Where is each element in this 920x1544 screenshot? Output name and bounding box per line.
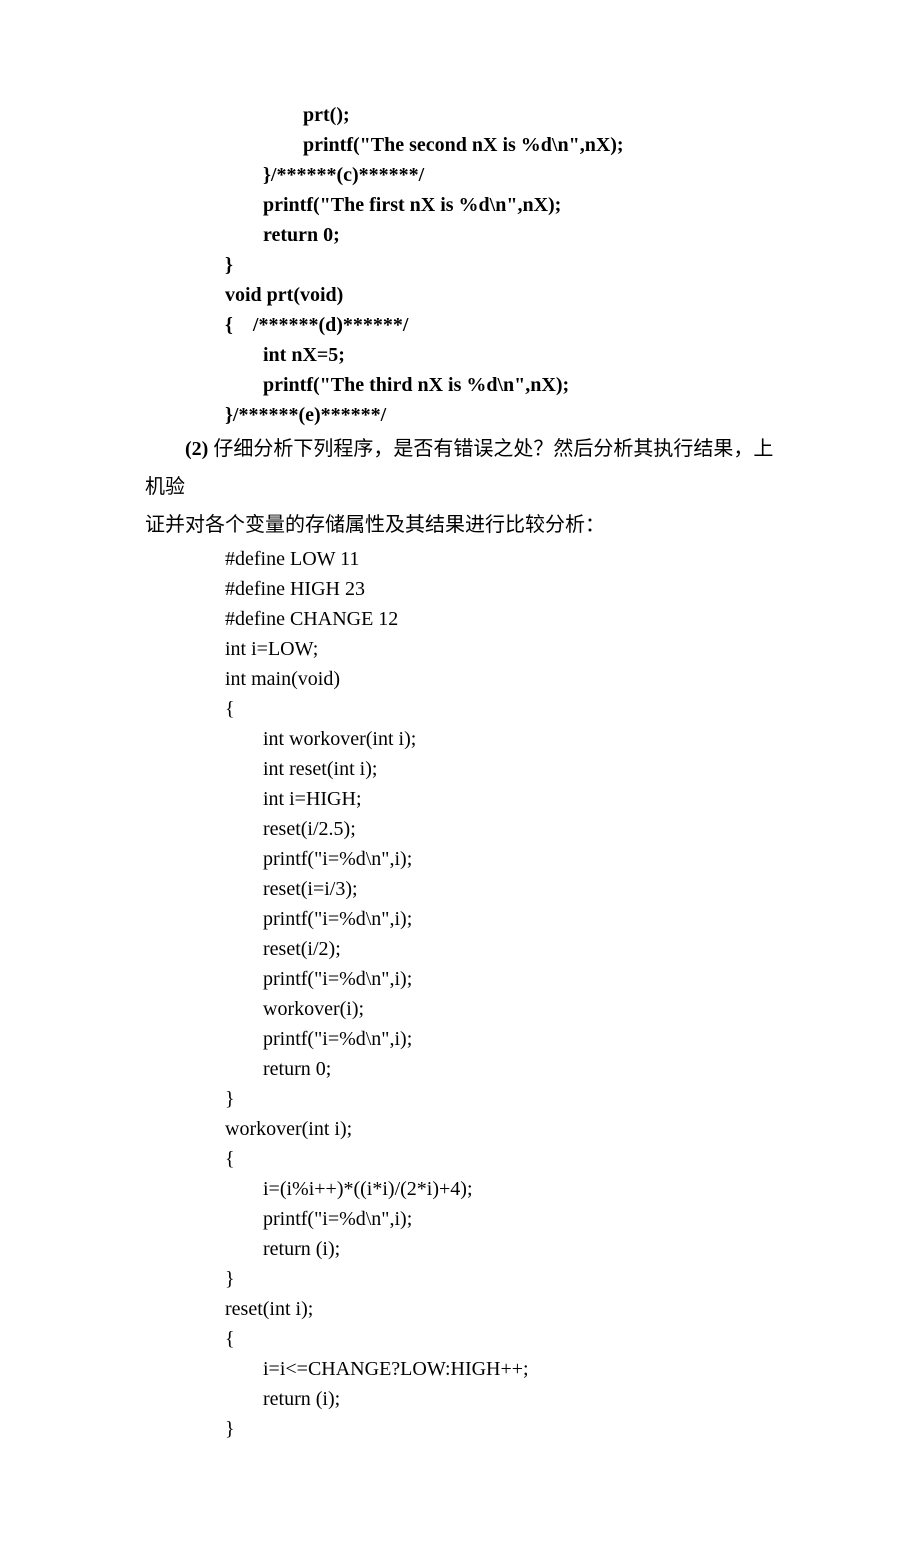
document-page: prt(); printf("The second nX is %d\n",nX… (0, 0, 920, 1544)
code-line: prt(); (145, 100, 775, 130)
code-line: reset(int i); (145, 1294, 775, 1324)
code-line: workover(i); (145, 994, 775, 1024)
code-line: printf("i=%d\n",i); (145, 904, 775, 934)
question-body-1: 仔细分析下列程序，是否有错误之处？然后分析其执行结果，上机验 (145, 438, 773, 498)
code-line: { (145, 694, 775, 724)
code-block-2: #define LOW 11 #define HIGH 23 #define C… (145, 544, 775, 1444)
question-label: (2) (185, 438, 208, 460)
code-line: return (i); (145, 1234, 775, 1264)
code-line: }/******(e)******/ (145, 400, 775, 430)
code-line: printf("i=%d\n",i); (145, 1024, 775, 1054)
code-line: int main(void) (145, 664, 775, 694)
code-line: #define CHANGE 12 (145, 604, 775, 634)
code-line: reset(i/2.5); (145, 814, 775, 844)
code-line: { (145, 1144, 775, 1174)
code-line: #define HIGH 23 (145, 574, 775, 604)
code-line: int nX=5; (145, 340, 775, 370)
code-line: #define LOW 11 (145, 544, 775, 574)
code-line: } (145, 1084, 775, 1114)
code-line: i=i<=CHANGE?LOW:HIGH++; (145, 1354, 775, 1384)
code-line: printf("i=%d\n",i); (145, 964, 775, 994)
code-line: { /******(d)******/ (145, 310, 775, 340)
code-block-1: prt(); printf("The second nX is %d\n",nX… (145, 100, 775, 430)
code-line: int i=LOW; (145, 634, 775, 664)
code-line: } (145, 1414, 775, 1444)
code-line: printf("The second nX is %d\n",nX); (145, 130, 775, 160)
question-text-line2: 证并对各个变量的存储属性及其结果进行比较分析： (145, 506, 775, 544)
code-line: printf("i=%d\n",i); (145, 1204, 775, 1234)
code-line: printf("The third nX is %d\n",nX); (145, 370, 775, 400)
code-line: reset(i/2); (145, 934, 775, 964)
code-line: { (145, 1324, 775, 1354)
code-line: int i=HIGH; (145, 784, 775, 814)
code-line: int workover(int i); (145, 724, 775, 754)
code-line: int reset(int i); (145, 754, 775, 784)
question-text-line1: (2) 仔细分析下列程序，是否有错误之处？然后分析其执行结果，上机验 (145, 430, 775, 506)
code-line: return (i); (145, 1384, 775, 1414)
code-line: } (145, 1264, 775, 1294)
code-line: workover(int i); (145, 1114, 775, 1144)
code-line: i=(i%i++)*((i*i)/(2*i)+4); (145, 1174, 775, 1204)
code-line: return 0; (145, 220, 775, 250)
code-line: printf("i=%d\n",i); (145, 844, 775, 874)
code-line: printf("The first nX is %d\n",nX); (145, 190, 775, 220)
code-line: } (145, 250, 775, 280)
code-line: }/******(c)******/ (145, 160, 775, 190)
code-line: return 0; (145, 1054, 775, 1084)
code-line: reset(i=i/3); (145, 874, 775, 904)
code-line: void prt(void) (145, 280, 775, 310)
